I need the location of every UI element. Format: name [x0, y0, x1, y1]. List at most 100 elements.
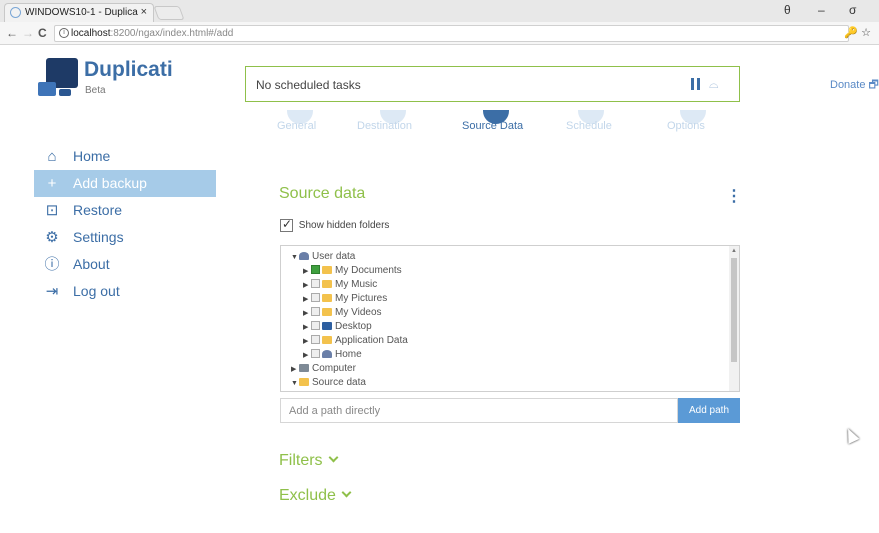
tree-scrollbar[interactable]: ▲ — [729, 246, 739, 391]
expand-arrow-icon[interactable]: ▶ — [303, 265, 311, 278]
duplicati-logo[interactable] — [38, 58, 78, 98]
folder-icon — [322, 336, 332, 344]
sidebar-item-label: Home — [73, 148, 111, 164]
more-options-icon[interactable]: ⋮ — [726, 186, 742, 206]
tree-checkbox[interactable] — [311, 307, 320, 316]
expand-arrow-icon[interactable]: ▶ — [303, 279, 311, 292]
browser-titlebar: WINDOWS10-1 - Duplica × θ – σ — [0, 0, 879, 22]
tree-node-application-data[interactable]: ▶ Application Data — [303, 334, 408, 348]
tree-node-source-data[interactable]: ▼ Source data — [291, 376, 366, 390]
tree-checkbox[interactable] — [311, 321, 320, 330]
source-folder-tree[interactable]: ▼ User data ▶ My Documents ▶ My Music ▶ My P… — [280, 245, 740, 392]
home-folder-icon — [322, 350, 332, 358]
sidebar-item-add-backup[interactable]: + Add backup — [34, 170, 216, 197]
sidebar-item-home[interactable]: ⌂ Home — [34, 143, 216, 170]
sidebar-item-label: Restore — [73, 202, 123, 218]
expand-arrow-icon[interactable]: ▶ — [303, 335, 311, 348]
exclude-label: Exclude — [279, 487, 336, 504]
sidebar-item-label: Settings — [73, 229, 124, 245]
expand-arrow-icon[interactable]: ▼ — [291, 377, 299, 390]
folder-icon — [322, 266, 332, 274]
tree-checkbox[interactable] — [311, 349, 320, 358]
url-path: :8200/ngax/index.html#/add — [110, 28, 234, 39]
reload-icon[interactable]: C — [38, 26, 47, 40]
filters-toggle[interactable]: Filters — [279, 452, 339, 470]
tree-node-computer[interactable]: ▶ Computer — [291, 362, 356, 376]
sidebar-item-restore[interactable]: ⊡ Restore — [34, 197, 216, 224]
show-hidden-folders-label: Show hidden folders — [298, 220, 390, 232]
expand-arrow-icon[interactable]: ▶ — [303, 307, 311, 320]
filters-label: Filters — [279, 452, 323, 469]
account-icon[interactable]: θ — [784, 3, 791, 17]
back-arrow-icon[interactable]: ← — [6, 26, 18, 40]
tree-scroll-thumb[interactable] — [731, 258, 737, 362]
duplicati-favicon-icon — [10, 7, 21, 18]
gear-icon: ⚙ — [45, 229, 59, 246]
url-field[interactable]: i localhost:8200/ngax/index.html#/add — [54, 25, 849, 42]
show-hidden-folders-checkbox[interactable] — [280, 217, 293, 232]
logout-icon: ⇥ — [45, 283, 59, 300]
home-icon: ⌂ — [47, 148, 57, 165]
step-options[interactable]: Options — [667, 120, 705, 132]
browser-tab[interactable]: WINDOWS10-1 - Duplica × — [4, 3, 154, 22]
info-icon: ⓘ — [44, 256, 60, 273]
tree-checkbox[interactable] — [311, 335, 320, 344]
sidebar-item-settings[interactable]: ⚙ Settings — [34, 224, 216, 251]
expand-arrow-icon[interactable]: ▼ — [291, 251, 299, 264]
brand-name[interactable]: Duplicati — [84, 58, 173, 82]
folder-icon — [299, 378, 309, 386]
tree-node-my-music[interactable]: ▶ My Music — [303, 278, 377, 292]
address-bar-row: ← → C i localhost:8200/ngax/index.html#/… — [0, 22, 879, 45]
pause-icon[interactable] — [691, 78, 701, 91]
throttle-icon[interactable]: ⌓ — [709, 77, 719, 92]
minimize-button[interactable]: – — [818, 3, 825, 17]
new-tab-button[interactable] — [153, 6, 185, 20]
sidebar-item-log-out[interactable]: ⇥ Log out — [34, 278, 216, 305]
brand-subtitle: Beta — [85, 85, 106, 96]
tree-checkbox[interactable] — [311, 293, 320, 302]
expand-arrow-icon[interactable]: ▶ — [291, 363, 299, 376]
step-source-data[interactable]: Source Data — [462, 120, 523, 132]
add-path-input[interactable] — [280, 398, 678, 423]
user-folder-icon — [299, 252, 309, 260]
sidebar-item-label: Log out — [73, 283, 120, 299]
add-path-button[interactable]: Add path — [678, 398, 740, 423]
tree-node-my-videos[interactable]: ▶ My Videos — [303, 306, 382, 320]
step-schedule[interactable]: Schedule — [566, 120, 612, 132]
key-star-icons[interactable]: 🔑 ☆ — [844, 26, 871, 39]
plus-icon: + — [47, 175, 57, 192]
expand-arrow-icon[interactable]: ▶ — [303, 293, 311, 306]
pictures-folder-icon — [322, 294, 332, 302]
url-host: localhost — [71, 28, 111, 39]
tree-node-user-data[interactable]: ▼ User data — [291, 250, 355, 264]
expand-arrow-icon[interactable]: ▶ — [303, 321, 311, 334]
tree-node-my-pictures[interactable]: ▶ My Pictures — [303, 292, 387, 306]
expand-arrow-icon[interactable]: ▶ — [303, 349, 311, 362]
exclude-toggle[interactable]: Exclude — [279, 487, 352, 505]
scroll-up-arrow-icon[interactable]: ▲ — [731, 248, 737, 254]
donate-link[interactable]: Donate 🗗 — [830, 76, 879, 95]
tree-node-my-documents[interactable]: ▶ My Documents — [303, 264, 402, 278]
sidebar-item-label: Add backup — [73, 175, 147, 191]
videos-folder-icon — [322, 308, 332, 316]
status-panel: No scheduled tasks ⌓ — [245, 66, 740, 102]
tree-checkbox[interactable] — [311, 265, 320, 274]
tree-checkbox[interactable] — [311, 279, 320, 288]
step-destination[interactable]: Destination — [357, 120, 412, 132]
tab-title: WINDOWS10-1 - Duplica — [25, 7, 138, 18]
chevron-down-icon — [328, 452, 339, 463]
chevron-down-icon — [341, 487, 352, 498]
tree-node-desktop[interactable]: ▶ Desktop — [303, 320, 372, 334]
show-hidden-folders-toggle[interactable]: Show hidden folders — [280, 217, 390, 232]
restore-icon: ⊡ — [45, 202, 59, 219]
step-general[interactable]: General — [277, 120, 316, 132]
tab-close-icon[interactable]: × — [141, 4, 147, 21]
site-info-icon[interactable]: i — [59, 28, 69, 38]
status-text: No scheduled tasks — [256, 78, 361, 92]
tree-node-home[interactable]: ▶ Home — [303, 348, 362, 362]
forward-arrow-icon[interactable]: → — [22, 26, 34, 40]
sidebar-item-about[interactable]: ⓘ About — [34, 251, 216, 278]
source-data-title: Source data — [279, 185, 366, 202]
restore-window-button[interactable]: σ — [849, 3, 856, 17]
sidebar-item-label: About — [73, 256, 110, 272]
